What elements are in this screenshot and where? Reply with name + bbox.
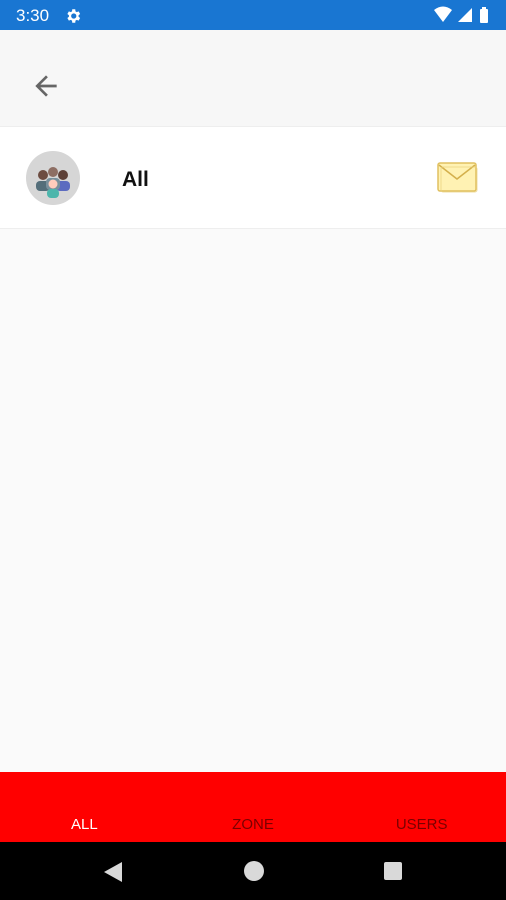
status-bar: 3:30	[0, 0, 506, 30]
tab-all[interactable]: ALL	[0, 772, 169, 842]
tab-users[interactable]: USERS	[337, 772, 506, 842]
battery-icon	[480, 7, 488, 23]
back-button[interactable]	[24, 66, 68, 110]
group-avatar	[26, 151, 80, 205]
home-circle-icon[interactable]	[244, 861, 264, 881]
app-bar	[0, 30, 506, 126]
status-time: 3:30	[16, 6, 50, 25]
recents-square-icon[interactable]	[384, 862, 402, 880]
mail-icon[interactable]	[436, 161, 478, 193]
list-item[interactable]: All	[0, 126, 506, 229]
system-nav-bar	[0, 842, 506, 900]
back-triangle-icon[interactable]	[103, 861, 123, 888]
gear-icon	[64, 7, 82, 25]
bottom-tab-bar: ALL ZONE USERS	[0, 772, 506, 842]
tab-all-label: ALL	[70, 816, 98, 833]
wifi-icon	[434, 6, 452, 22]
list-item-label: All	[122, 168, 149, 191]
arrow-left-icon	[30, 70, 62, 107]
tab-users-label: USERS	[395, 816, 448, 833]
signal-icon	[458, 8, 472, 22]
status-indicators	[432, 6, 492, 24]
tab-zone-label: ZONE	[232, 816, 274, 833]
tab-zone[interactable]: ZONE	[169, 772, 338, 842]
